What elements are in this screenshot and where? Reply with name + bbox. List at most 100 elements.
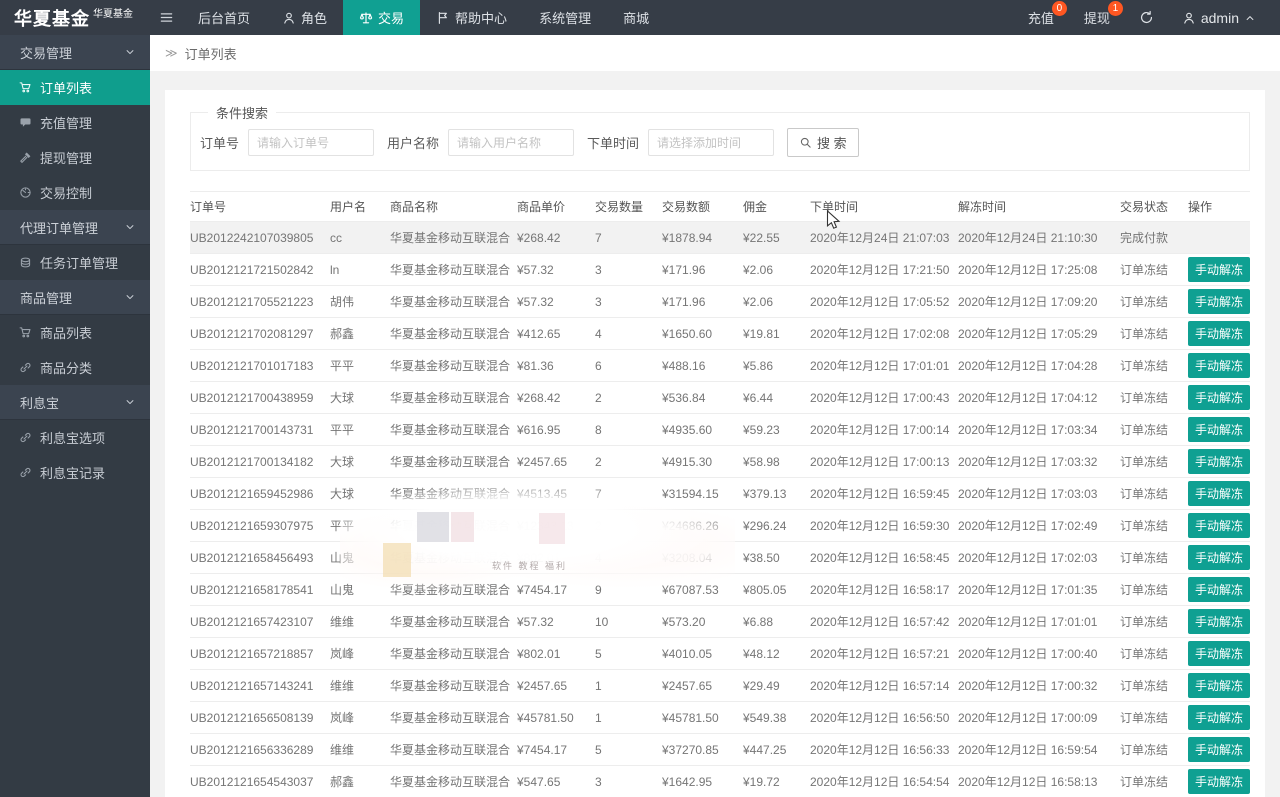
link-icon xyxy=(19,466,32,479)
flag-icon xyxy=(436,11,450,25)
topnav-item-帮助中心[interactable]: 帮助中心 xyxy=(420,0,523,35)
manual-unfreeze-button[interactable]: 手动解冻 xyxy=(1188,577,1250,602)
cell-commission: ¥6.44 xyxy=(743,381,810,414)
cell-user: ln xyxy=(330,253,390,286)
cell-status: 订单冻结 xyxy=(1120,445,1188,478)
sidebar-group-商品管理[interactable]: 商品管理 xyxy=(0,280,150,315)
manual-unfreeze-button[interactable]: 手动解冻 xyxy=(1188,417,1250,442)
cell-amount: ¥536.84 xyxy=(662,381,743,414)
topnav-shortcut-充值[interactable]: 充值 0 xyxy=(1013,0,1069,35)
cell-commission: ¥379.13 xyxy=(743,477,810,510)
sidebar-item-商品列表[interactable]: 商品列表 xyxy=(0,315,150,350)
cell-unfreeze_time: 2020年12月12日 17:00:40 xyxy=(958,637,1120,670)
cell-commission: ¥447.25 xyxy=(743,733,810,766)
sidebar: 交易管理 订单列表 充值管理 提现管理 交易控制 代理订单管理 任务订单管理 商品管理 商品列表… xyxy=(0,35,150,797)
manual-unfreeze-button[interactable]: 手动解冻 xyxy=(1188,321,1250,346)
cell-price: ¥12343.13 xyxy=(517,509,595,542)
sidebar-item-提现管理[interactable]: 提现管理 xyxy=(0,140,150,175)
cell-order_time: 2020年12月24日 21:07:03 xyxy=(810,221,958,254)
hamburger-menu-icon[interactable] xyxy=(150,0,182,35)
username: admin xyxy=(1200,9,1239,26)
cell-price: ¥45781.50 xyxy=(517,701,595,734)
sidebar-item-商品分类[interactable]: 商品分类 xyxy=(0,350,150,385)
search-button[interactable]: 搜 索 xyxy=(787,128,859,157)
cell-amount: ¥31594.15 xyxy=(662,477,743,510)
manual-unfreeze-button[interactable]: 手动解冻 xyxy=(1188,481,1250,506)
topnav-item-角色[interactable]: 角色 xyxy=(266,0,343,35)
search-icon xyxy=(799,136,812,149)
sidebar-group-交易管理[interactable]: 交易管理 xyxy=(0,35,150,70)
cell-action: 手动解冻 xyxy=(1188,669,1250,702)
topnav-item-label: 角色 xyxy=(301,11,328,26)
topnav-item-系统管理[interactable]: 系统管理 xyxy=(523,0,607,35)
topnav-shortcut-提现[interactable]: 提现 1 xyxy=(1069,0,1125,35)
manual-unfreeze-button[interactable]: 手动解冻 xyxy=(1188,737,1250,762)
cell-amount: ¥4915.30 xyxy=(662,445,743,478)
table-row: UB2012121701017183 平平 华夏基金移动互联混合 ¥81.36 6 ¥48… xyxy=(190,349,1250,382)
cell-commission: ¥5.86 xyxy=(743,349,810,382)
manual-unfreeze-button[interactable]: 手动解冻 xyxy=(1188,289,1250,314)
sidebar-item-利息宝记录[interactable]: 利息宝记录 xyxy=(0,455,150,490)
table-row: UB2012121657218857 岚峰 华夏基金移动互联混合 ¥802.01 5 ¥4… xyxy=(190,637,1250,670)
manual-unfreeze-button[interactable]: 手动解冻 xyxy=(1188,257,1250,282)
sidebar-item-任务订单管理[interactable]: 任务订单管理 xyxy=(0,245,150,280)
user-menu[interactable]: admin xyxy=(1168,0,1270,35)
sidebar-item-充值管理[interactable]: 充值管理 xyxy=(0,105,150,140)
sidebar-group-代理订单管理[interactable]: 代理订单管理 xyxy=(0,210,150,245)
cell-product: 华夏基金移动互联混合 xyxy=(390,317,517,350)
sidebar-group-利息宝[interactable]: 利息宝 xyxy=(0,385,150,420)
cell-amount: ¥24686.26 xyxy=(662,509,743,542)
hammer-icon xyxy=(19,151,32,164)
sidebar-item-交易控制[interactable]: 交易控制 xyxy=(0,175,150,210)
refresh-button[interactable] xyxy=(1125,0,1168,35)
cell-commission: ¥2.06 xyxy=(743,253,810,286)
sidebar-item-利息宝选项[interactable]: 利息宝选项 xyxy=(0,420,150,455)
search-input-2[interactable] xyxy=(648,129,775,156)
manual-unfreeze-button[interactable]: 手动解冻 xyxy=(1188,449,1250,474)
manual-unfreeze-button[interactable]: 手动解冻 xyxy=(1188,609,1250,634)
topnav-item-交易[interactable]: 交易 xyxy=(343,0,421,35)
cell-action: 手动解冻 xyxy=(1188,605,1250,638)
search-input-1[interactable] xyxy=(448,129,575,156)
cell-order_time: 2020年12月12日 17:05:52 xyxy=(810,285,958,318)
search-input-0[interactable] xyxy=(248,129,375,156)
cell-product: 华夏基金移动互联混合 xyxy=(390,477,517,510)
manual-unfreeze-button[interactable]: 手动解冻 xyxy=(1188,673,1250,698)
cell-order_no: UB2012121656336289 xyxy=(190,733,330,766)
column-header-下单时间: 下单时间 xyxy=(810,191,958,222)
cell-qty: 4 xyxy=(595,317,662,350)
notification-badge: 0 xyxy=(1051,1,1067,16)
manual-unfreeze-button[interactable]: 手动解冻 xyxy=(1188,385,1250,410)
manual-unfreeze-button[interactable]: 手动解冻 xyxy=(1188,545,1250,570)
chevron-down-icon xyxy=(124,396,136,408)
search-row: 订单号 用户名称 下单时间 搜 索 xyxy=(191,122,1249,170)
manual-unfreeze-button[interactable]: 手动解冻 xyxy=(1188,769,1250,794)
chevron-up-icon xyxy=(1244,12,1256,24)
cell-product: 华夏基金移动互联混合 xyxy=(390,349,517,382)
topnav-item-label: 帮助中心 xyxy=(455,11,508,26)
cell-amount: ¥37270.85 xyxy=(662,733,743,766)
top-navbar: 华夏基金 华夏基金 后台首页 角色 交易 帮助中心 系统管理 商城 充值 0 提现 1 admin xyxy=(0,0,1280,35)
cell-price: ¥81.36 xyxy=(517,349,595,382)
cell-unfreeze_time: 2020年12月24日 21:10:30 xyxy=(958,221,1120,254)
topnav-item-label: 交易 xyxy=(378,11,405,26)
manual-unfreeze-button[interactable]: 手动解冻 xyxy=(1188,513,1250,538)
cell-status: 订单冻结 xyxy=(1120,253,1188,286)
topnav-item-后台首页[interactable]: 后台首页 xyxy=(182,0,266,35)
sidebar-item-订单列表[interactable]: 订单列表 xyxy=(0,70,150,105)
cell-action: 手动解冻 xyxy=(1188,733,1250,766)
manual-unfreeze-button[interactable]: 手动解冻 xyxy=(1188,641,1250,666)
brand-logo[interactable]: 华夏基金 华夏基金 xyxy=(0,0,150,35)
cell-order_time: 2020年12月12日 16:56:33 xyxy=(810,733,958,766)
manual-unfreeze-button[interactable]: 手动解冻 xyxy=(1188,353,1250,378)
cell-qty: 6 xyxy=(595,349,662,382)
main-panel: 条件搜索 订单号用户名称下单时间搜 索 订单号用户名商品名称商品单价交易数量交易… xyxy=(165,90,1265,797)
cell-user: 大球 xyxy=(330,381,390,414)
cell-price: ¥57.32 xyxy=(517,285,595,318)
topnav-item-商城[interactable]: 商城 xyxy=(607,0,665,35)
cell-order_no: UB2012121702081297 xyxy=(190,317,330,350)
cell-action: 手动解冻 xyxy=(1188,349,1250,382)
manual-unfreeze-button[interactable]: 手动解冻 xyxy=(1188,705,1250,730)
cell-unfreeze_time: 2020年12月12日 16:59:54 xyxy=(958,733,1120,766)
scales-icon xyxy=(359,11,373,25)
